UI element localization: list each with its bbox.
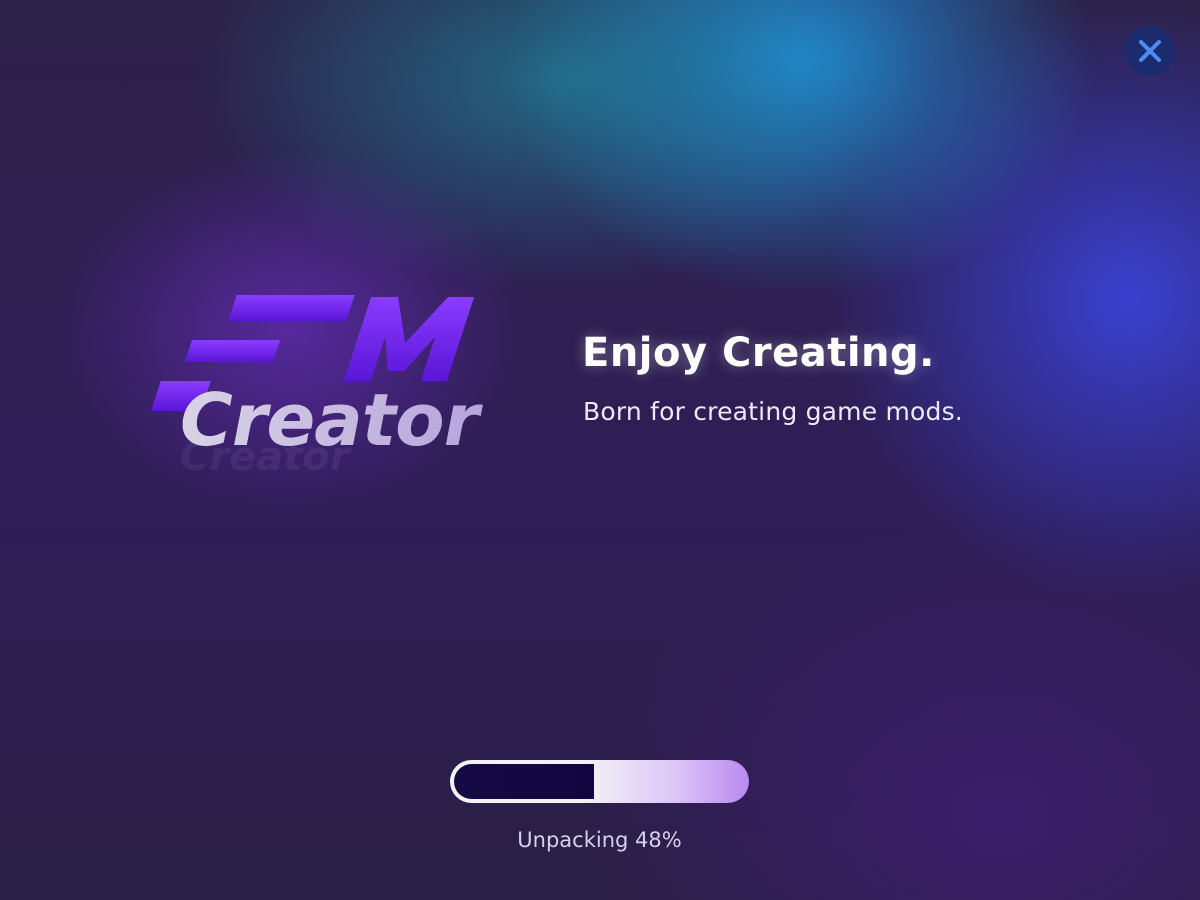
fm-creator-logo: Creator Creator [140, 285, 530, 495]
close-icon [1139, 40, 1161, 62]
progress-bar [450, 760, 749, 803]
logo-reflection: Creator [180, 434, 352, 480]
progress-bar-fill [454, 764, 594, 799]
subheadline: Born for creating game mods. [583, 397, 963, 426]
headline: Enjoy Creating. [582, 330, 935, 376]
progress-status-label: Unpacking 48% [517, 828, 682, 852]
close-button[interactable] [1125, 26, 1175, 76]
